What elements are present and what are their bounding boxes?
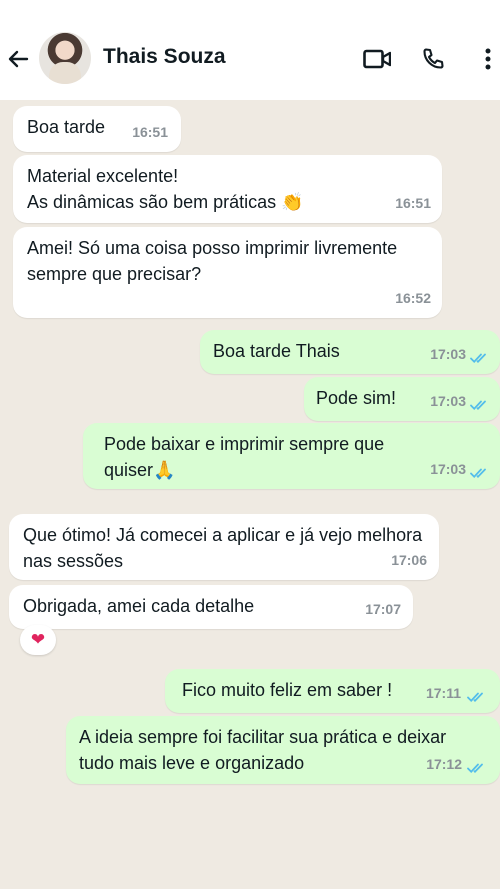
message-time: 17:03 xyxy=(430,346,466,362)
read-ticks-icon xyxy=(470,353,486,363)
contact-name[interactable]: Thais Souza xyxy=(103,45,226,69)
message-time: 17:07 xyxy=(365,601,401,617)
read-ticks-icon xyxy=(470,400,486,410)
message-time: 16:52 xyxy=(395,290,431,306)
message-time: 16:51 xyxy=(395,195,431,211)
phone-icon[interactable] xyxy=(420,46,446,72)
message-outgoing[interactable]: A ideia sempre foi facilitar sua prática… xyxy=(66,716,500,784)
more-vertical-icon[interactable] xyxy=(480,46,496,72)
message-line: quiser🙏 xyxy=(104,460,176,480)
message-line: Pode baixar e imprimir sempre que xyxy=(104,434,385,454)
message-line: tudo mais leve e organizado xyxy=(79,753,305,773)
message-line: sempre que precisar? xyxy=(27,264,202,284)
message-time: 17:11 xyxy=(425,685,461,701)
avatar[interactable] xyxy=(39,32,91,84)
read-ticks-icon xyxy=(470,468,486,478)
message-list[interactable]: Boa tarde 16:51 Material excelente! As d… xyxy=(0,100,500,889)
message-time: 16:51 xyxy=(132,124,168,140)
message-incoming[interactable]: Amei! Só uma coisa posso imprimir livrem… xyxy=(13,227,442,318)
message-text: Boa tarde xyxy=(27,117,106,137)
message-time: 17:06 xyxy=(391,552,427,568)
message-outgoing[interactable]: Pode baixar e imprimir sempre que quiser… xyxy=(83,423,500,489)
message-incoming[interactable]: Material excelente! As dinâmicas são bem… xyxy=(13,155,442,223)
message-line: Amei! Só uma coisa posso imprimir livrem… xyxy=(27,238,398,258)
back-arrow-icon[interactable] xyxy=(5,46,31,72)
message-line: Material excelente! xyxy=(27,166,179,186)
message-outgoing[interactable]: Boa tarde Thais 17:03 xyxy=(200,330,500,374)
message-line: nas sessões xyxy=(23,551,124,571)
message-time: 17:03 xyxy=(430,393,466,409)
message-line: Que ótimo! Já comecei a aplicar e já vej… xyxy=(23,525,423,545)
message-text: Fico muito feliz em saber ! xyxy=(182,680,393,700)
video-call-icon[interactable] xyxy=(362,46,392,72)
message-line: A ideia sempre foi facilitar sua prática… xyxy=(79,727,447,747)
heart-reaction[interactable]: ❤ xyxy=(20,625,56,655)
read-ticks-icon xyxy=(467,692,483,702)
message-outgoing[interactable]: Fico muito feliz em saber ! 17:11 xyxy=(165,669,500,713)
message-incoming[interactable]: Boa tarde 16:51 xyxy=(13,106,181,152)
heart-icon: ❤ xyxy=(30,630,46,649)
message-time: 17:03 xyxy=(430,461,466,477)
chat-header: Thais Souza xyxy=(0,0,500,100)
message-text: Pode sim! xyxy=(316,388,397,408)
message-incoming[interactable]: Obrigada, amei cada detalhe 17:07 xyxy=(9,585,413,629)
message-line: As dinâmicas são bem práticas 👏 xyxy=(27,192,304,212)
message-incoming[interactable]: Que ótimo! Já comecei a aplicar e já vej… xyxy=(9,514,439,580)
message-text: Boa tarde Thais xyxy=(213,341,340,361)
message-outgoing[interactable]: Pode sim! 17:03 xyxy=(304,377,500,421)
message-time: 17:12 xyxy=(426,756,462,772)
read-ticks-icon xyxy=(467,763,483,773)
message-text: Obrigada, amei cada detalhe xyxy=(23,596,255,616)
